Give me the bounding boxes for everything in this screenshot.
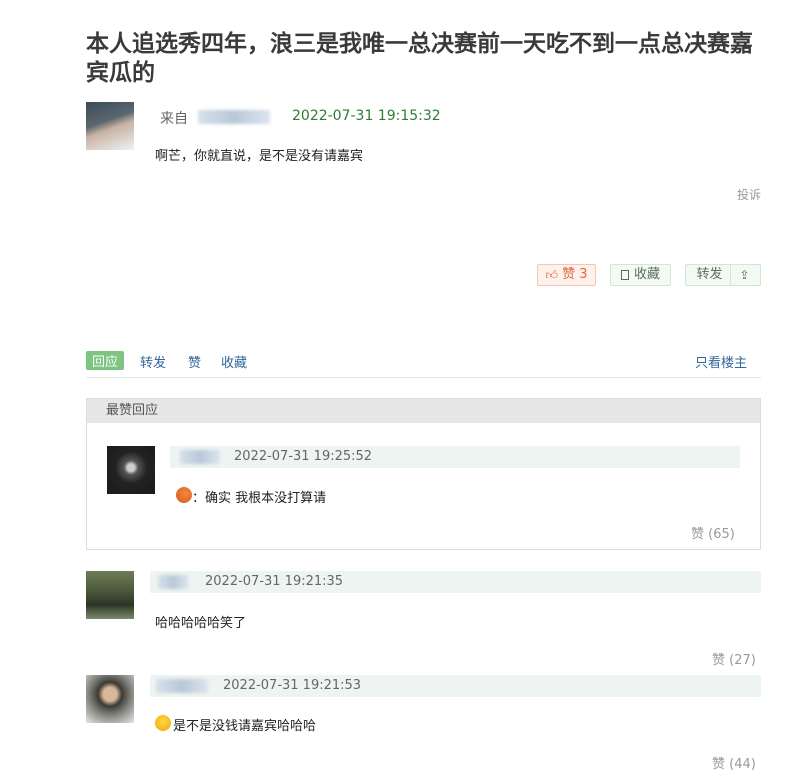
thumb-up-icon: 👍︎ <box>545 268 559 282</box>
reply-date: 2022-07-31 19:21:53 <box>223 678 362 693</box>
post-date: 2022-07-31 19:15:32 <box>292 108 441 124</box>
reply-like-count[interactable]: 赞 (65) <box>691 523 735 542</box>
tab-favorite[interactable]: 收藏 <box>221 352 247 371</box>
only-op-link[interactable]: 只看楼主 <box>695 352 747 371</box>
username-blurred[interactable] <box>198 110 270 124</box>
reply-like-count[interactable]: 赞 (27) <box>712 649 756 668</box>
reply-like-count[interactable]: 赞 (44) <box>712 753 756 772</box>
favorite-button[interactable]: 收藏 <box>610 264 671 286</box>
avatar[interactable] <box>86 675 134 723</box>
laughing-emoji-icon <box>155 715 171 731</box>
share-button-label: 转发 <box>696 264 732 286</box>
share-button[interactable]: 转发 ⇪ <box>685 264 761 286</box>
avatar[interactable] <box>86 102 134 150</box>
report-link[interactable]: 投诉 <box>737 186 761 203</box>
reply-content: 是不是没钱请嘉宾哈哈哈 <box>173 719 317 734</box>
reply-content: ：确实 我根本没打算请 <box>192 491 327 506</box>
username-blurred[interactable] <box>156 679 208 693</box>
carrot-emoji-icon <box>176 487 192 503</box>
tab-forward[interactable]: 转发 <box>140 352 166 371</box>
tab-reply[interactable]: 回应 <box>86 351 125 370</box>
post-content: 啊芒，你就直说，是不是没有请嘉宾 <box>155 149 364 164</box>
top-reply-header-label: 最赞回应 <box>106 403 159 418</box>
reply-date: 2022-07-31 19:25:52 <box>234 449 373 464</box>
username-blurred[interactable] <box>158 575 188 589</box>
tab-like[interactable]: 赞 <box>188 352 201 371</box>
post-title: 本人追选秀四年，浪三是我唯一总决赛前一天吃不到一点总决赛嘉宾瓜的 <box>86 31 753 86</box>
share-icon: ⇪ <box>739 268 750 282</box>
like-button[interactable]: 👍︎ 赞 3 <box>537 264 596 286</box>
username-blurred[interactable] <box>180 450 220 464</box>
bookmark-icon <box>620 270 629 280</box>
like-button-label: 赞 3 <box>562 267 588 282</box>
reply-content: 哈哈哈哈哈笑了 <box>155 616 247 631</box>
avatar[interactable] <box>107 446 155 494</box>
from-label: 来自 <box>160 111 188 127</box>
top-reply-header: 最赞回应 <box>87 399 760 423</box>
avatar[interactable] <box>86 571 134 619</box>
favorite-button-label: 收藏 <box>633 267 660 282</box>
reply-date: 2022-07-31 19:21:35 <box>205 574 344 589</box>
divider <box>86 377 761 378</box>
